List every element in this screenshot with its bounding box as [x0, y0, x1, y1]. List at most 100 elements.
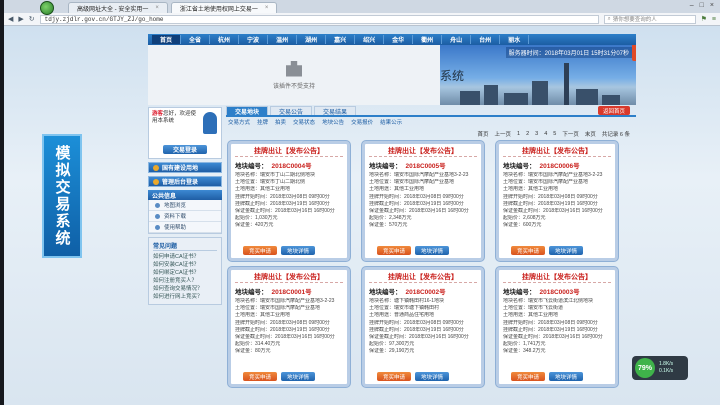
card-detail-line: 挂牌开始时间：2018年03月08日 09时00分: [503, 319, 598, 326]
topnav-item[interactable]: 全省: [181, 35, 211, 44]
apply-button[interactable]: 竞买申请: [243, 372, 278, 381]
topnav-item[interactable]: 首页: [152, 35, 182, 44]
topnav-item[interactable]: 台州: [471, 35, 501, 44]
public-info-item[interactable]: 地图浏览: [149, 200, 221, 211]
close-icon[interactable]: ×: [155, 5, 159, 11]
card-detail-line: 地块名称：瑞安市国际汽摩配产业基地3-2-23: [503, 172, 603, 178]
faq-item[interactable]: 如何进行网上竞买？: [153, 293, 217, 301]
maximize-icon[interactable]: □: [700, 2, 704, 9]
plot-detail-button[interactable]: 地块详情: [549, 372, 584, 381]
topnav-item[interactable]: 舟山: [442, 35, 472, 44]
browser-tab-active[interactable]: 浙江省土地使用权网上交易一 ×: [170, 2, 278, 13]
tab-plots[interactable]: 交易地块: [226, 106, 269, 116]
card-detail-line: 挂牌开始时间：2018年03月08日 09时00分: [369, 193, 464, 200]
card-detail-line: 地块名称：瑞安市国际汽摩配产业基地3-2-23: [369, 172, 469, 178]
topnav-item[interactable]: 金华: [384, 35, 414, 44]
tab-label: 高级网址大全 - 安全实用一: [77, 6, 149, 13]
main-tabs: 交易地块 交易公告 交易结果 返回首页: [226, 106, 636, 117]
forward-icon[interactable]: ▶: [18, 15, 23, 23]
login-button[interactable]: 交易登录: [163, 145, 207, 154]
back-icon[interactable]: ◀: [8, 15, 13, 23]
plot-detail-button[interactable]: 地块详情: [415, 372, 450, 381]
filter-link[interactable]: 交易报价: [351, 118, 373, 126]
network-speed-widget: 79% 1.8K/s 0.1K/s: [632, 356, 688, 380]
plot-number: 地块编号： 2018C0003号: [503, 289, 580, 296]
menu-icon[interactable]: ≡: [712, 16, 716, 23]
faq-item[interactable]: 如何申请CA证书？: [153, 253, 217, 261]
filter-link[interactable]: 交易状态: [293, 118, 315, 126]
address-bar: ◀ ▶ ↻ tdjy.zjdlr.gov.cn/GTJY_ZJ/go_home …: [4, 13, 720, 26]
card-detail-line: 保证金截止时间：2018年03月16日 16时00分: [369, 334, 469, 341]
public-info-item[interactable]: 使用帮助: [149, 222, 221, 233]
pager-item[interactable]: 3: [535, 131, 538, 137]
state-land-button[interactable]: 国有建设用地: [148, 162, 222, 173]
extension-button[interactable]: 外: [632, 45, 636, 61]
apply-button[interactable]: 竞买申请: [243, 246, 278, 255]
public-info-list: 地图浏览 资料下载 使用帮助: [148, 200, 222, 234]
faq-title: 常见问题: [153, 241, 217, 251]
left-column: 游客您好，欢迎使用本系统 交易登录 国有建设用地 管理后台登录 公共信息 地图浏…: [148, 107, 222, 387]
pager-item[interactable]: 下一页: [562, 130, 579, 138]
topnav-item[interactable]: 丽水: [500, 35, 530, 44]
refresh-icon[interactable]: ↻: [29, 15, 35, 23]
pager-item[interactable]: 4: [544, 131, 547, 137]
topnav-item[interactable]: 绍兴: [355, 35, 385, 44]
plot-detail-button[interactable]: 地块详情: [281, 372, 316, 381]
search-input[interactable]: ⌕ 猜你想要查询的人: [603, 14, 696, 24]
topnav-item[interactable]: 杭州: [210, 35, 240, 44]
topnav-item[interactable]: 温州: [268, 35, 298, 44]
card-detail-line: 土地位置：瑞安市飞云街道: [503, 305, 564, 312]
site-banner: 该插件不受支持 系统 服务器时间：2018年03月01日 15时31分07秒 外: [148, 45, 636, 105]
card-detail-line: 土地位置：瑞安市国际汽摩配产业基地: [369, 179, 455, 186]
faq-item[interactable]: 如何查询交易情况？: [153, 285, 217, 293]
card-detail-line: 保证金截止时间：2018年03月16日 16时00分: [235, 334, 335, 341]
plot-detail-button[interactable]: 地块详情: [281, 246, 316, 255]
public-info-item[interactable]: 资料下载: [149, 211, 221, 222]
browser-tab[interactable]: 高级网址大全 - 安全实用一 ×: [68, 2, 168, 13]
toolbar-icon[interactable]: ⚑: [701, 15, 707, 23]
filter-link[interactable]: 拍卖: [275, 118, 286, 126]
apply-button[interactable]: 竞买申请: [377, 372, 412, 381]
card-detail-line: 挂牌开始时间：2018年03月08日 09时00分: [235, 193, 330, 200]
tv-tower: [564, 63, 569, 105]
admin-login-button[interactable]: 管理后台登录: [148, 176, 222, 187]
apply-button[interactable]: 竞买申请: [377, 246, 412, 255]
plot-detail-button[interactable]: 地块详情: [549, 246, 584, 255]
filter-link[interactable]: 挂牌: [257, 118, 268, 126]
topnav-item[interactable]: 湖州: [297, 35, 327, 44]
topnav-item[interactable]: 嘉兴: [326, 35, 356, 44]
plot-number: 地块编号： 2018C0006号: [503, 163, 580, 170]
pager-item[interactable]: 1: [517, 131, 520, 137]
return-home-button[interactable]: 返回首页: [597, 106, 630, 115]
filter-link[interactable]: 交易方式: [228, 118, 250, 126]
minimize-icon[interactable]: –: [690, 2, 694, 9]
apply-button[interactable]: 竞买申请: [511, 246, 546, 255]
tab-announcements[interactable]: 交易公告: [270, 106, 313, 116]
pager-item[interactable]: 2: [526, 131, 529, 137]
card-detail-line: 土地位置：瑞安市塘下镇韩田村: [369, 305, 440, 312]
topnav-item[interactable]: 衢州: [413, 35, 443, 44]
pager-item[interactable]: 5: [553, 131, 556, 137]
card-detail-line: 保证金：600万元: [503, 222, 542, 229]
close-window-icon[interactable]: ×: [710, 2, 714, 9]
faq-item[interactable]: 如何注册竞买人？: [153, 277, 217, 285]
close-icon[interactable]: ×: [265, 5, 269, 11]
card-detail-line: 挂牌截止时间：2018年03月19日 16时00分: [503, 200, 598, 207]
faq-item[interactable]: 如何绑定CA证书？: [153, 269, 217, 277]
apply-button[interactable]: 竞买申请: [511, 372, 546, 381]
topnav-item[interactable]: 宁波: [239, 35, 269, 44]
plot-number: 地块编号： 2018C0002号: [369, 289, 446, 296]
plot-card: 挂牌出让【发布公告】 地块编号： 2018C0005号 地块名称：瑞安市国际汽摩配产业…: [362, 141, 484, 261]
user-box: 游客您好，欢迎使用本系统 交易登录: [148, 107, 222, 159]
card-detail-line: 地块名称：瑞安市国际汽摩配产业基地3-2-23: [235, 298, 335, 304]
plot-detail-button[interactable]: 地块详情: [415, 246, 450, 255]
pager-item[interactable]: 末页: [585, 130, 596, 138]
pager-item[interactable]: 首页: [478, 130, 489, 138]
url-field[interactable]: tdjy.zjdlr.gov.cn/GTJY_ZJ/go_home: [39, 14, 599, 24]
filter-link[interactable]: 结果公示: [380, 118, 402, 126]
card-detail-line: 挂牌截止时间：2018年03月19日 16时00分: [235, 326, 330, 333]
tab-results[interactable]: 交易结果: [314, 106, 357, 116]
faq-item[interactable]: 如何安装CA证书？: [153, 261, 217, 269]
pager-item[interactable]: 上一页: [495, 130, 512, 138]
filter-link[interactable]: 地块公告: [322, 118, 344, 126]
